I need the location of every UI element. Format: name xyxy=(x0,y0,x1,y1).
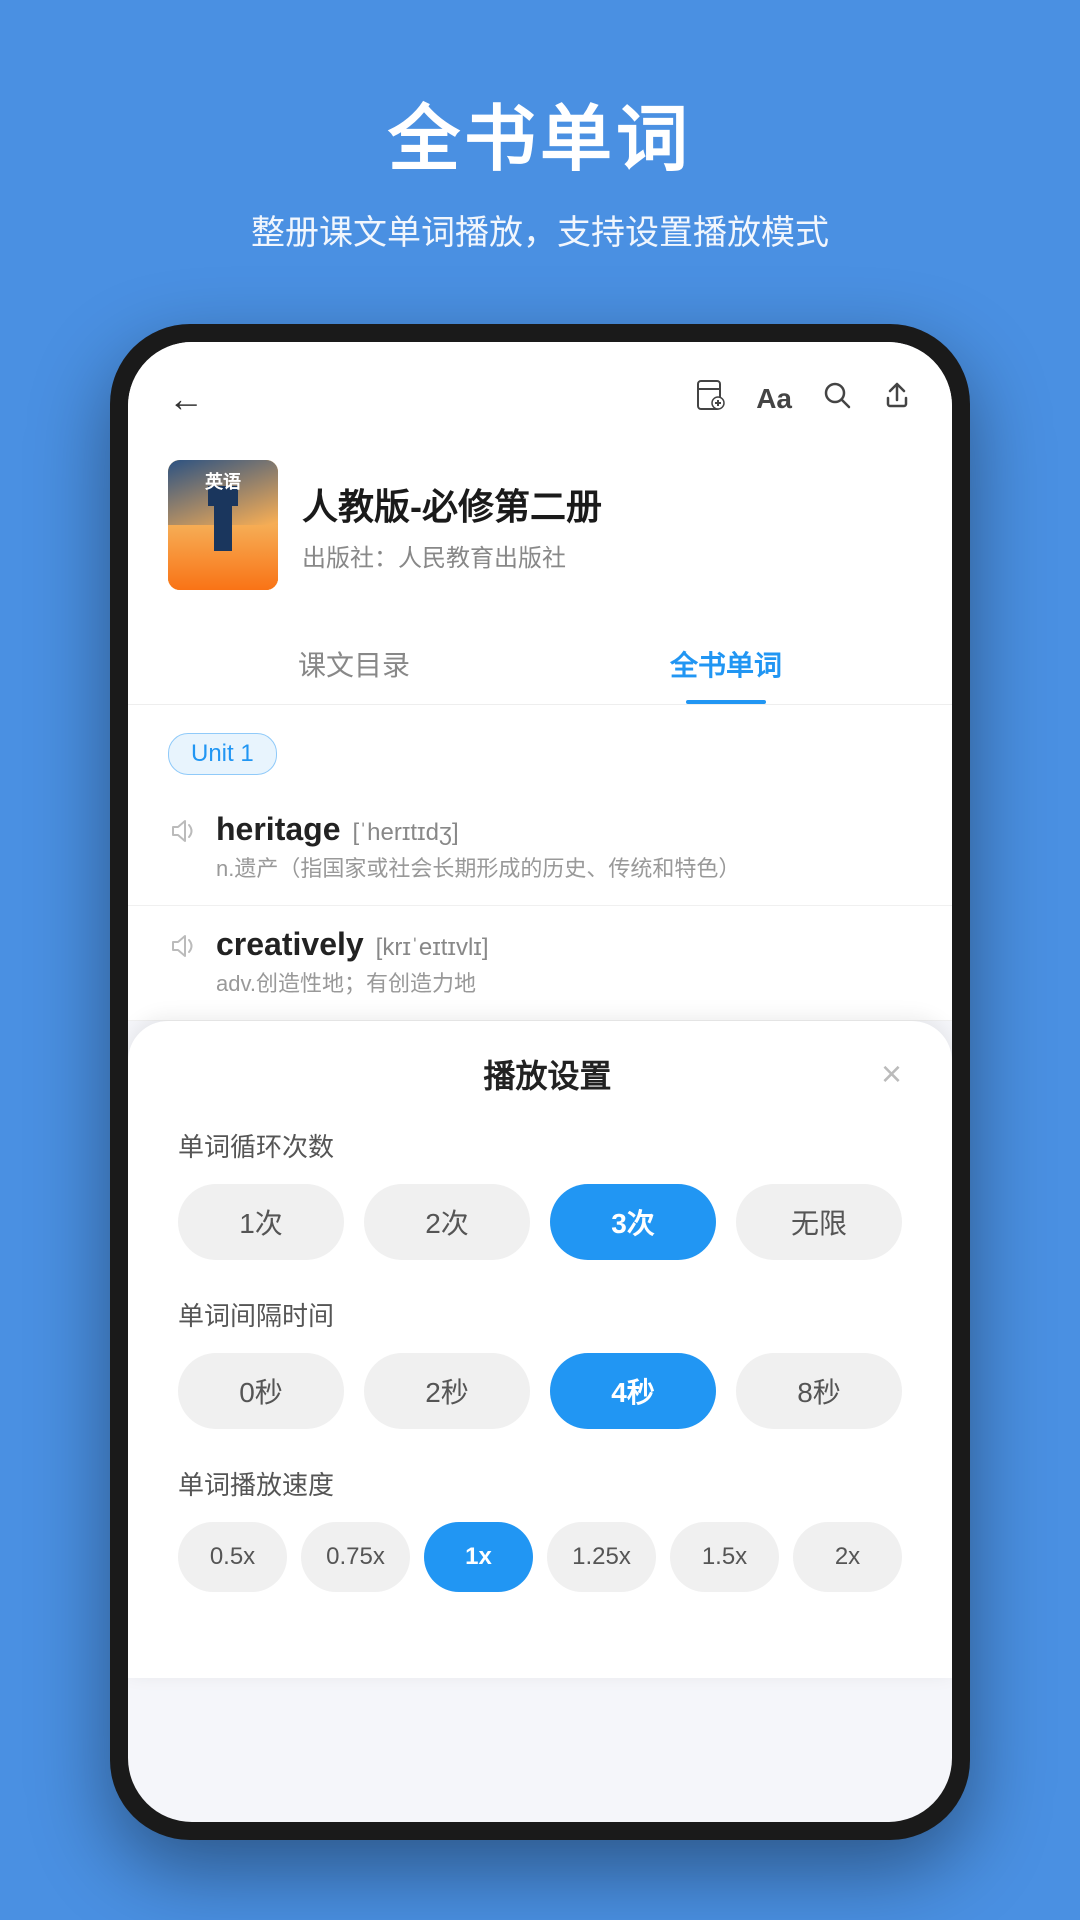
loop-unlimited-button[interactable]: 无限 xyxy=(736,1184,902,1260)
word-phonetic-1: [ˈherɪtɪdʒ] xyxy=(352,819,458,847)
loop-2x-button[interactable]: 2次 xyxy=(364,1184,530,1260)
settings-panel: 播放设置 × 单词循环次数 1次 2次 3次 无限 单词间隔时间 0秒 2秒 4… xyxy=(128,1021,952,1678)
speed-1-5x-button[interactable]: 1.5x xyxy=(670,1522,779,1592)
search-icon[interactable] xyxy=(822,380,852,418)
loop-count-label: 单词循环次数 xyxy=(178,1127,902,1164)
cover-text: 英语 xyxy=(205,472,241,492)
word-item: heritage [ˈherɪtɪdʒ] n.遗产（指国家或社会长期形成的历史、… xyxy=(128,791,952,906)
speed-1x-button[interactable]: 1x xyxy=(424,1522,533,1592)
hero-title: 全书单词 xyxy=(388,80,692,185)
hero-subtitle: 整册课文单词播放，支持设置播放模式 xyxy=(251,205,829,254)
font-size-icon[interactable]: Aa xyxy=(756,383,792,415)
unit-badge: Unit 1 xyxy=(168,733,277,775)
book-cover: 英语 xyxy=(168,460,278,590)
settings-header: 播放设置 × xyxy=(178,1051,902,1097)
share-icon[interactable] xyxy=(882,380,912,418)
interval-2s-button[interactable]: 2秒 xyxy=(364,1353,530,1429)
top-bar-left: ← xyxy=(168,378,204,420)
back-button[interactable]: ← xyxy=(168,378,204,420)
unit-badge-wrap: Unit 1 xyxy=(128,705,952,791)
loop-1x-button[interactable]: 1次 xyxy=(178,1184,344,1260)
word-line-2: creatively [krɪˈeɪtɪvlɪ] xyxy=(216,926,489,963)
word-definition-2: adv.创造性地；有创造力地 xyxy=(216,967,489,1000)
hero-section: 全书单词 整册课文单词播放，支持设置播放模式 xyxy=(0,0,1080,294)
loop-count-options: 1次 2次 3次 无限 xyxy=(178,1184,902,1260)
speed-2x-button[interactable]: 2x xyxy=(793,1522,902,1592)
settings-title: 播放设置 xyxy=(214,1051,881,1097)
word-content-1: heritage [ˈherɪtɪdʒ] n.遗产（指国家或社会长期形成的历史、… xyxy=(216,811,740,885)
book-publisher: 出版社：人民教育出版社 xyxy=(302,538,602,573)
speaker-icon-1[interactable] xyxy=(168,817,196,853)
tab-bar: 课文目录 全书单词 xyxy=(128,620,952,705)
top-bar: ← Aa xyxy=(128,342,952,440)
speed-0-75x-button[interactable]: 0.75x xyxy=(301,1522,410,1592)
speed-1-25x-button[interactable]: 1.25x xyxy=(547,1522,656,1592)
interval-8s-button[interactable]: 8秒 xyxy=(736,1353,902,1429)
word-line-1: heritage [ˈherɪtɪdʒ] xyxy=(216,811,740,848)
word-content-2: creatively [krɪˈeɪtɪvlɪ] adv.创造性地；有创造力地 xyxy=(216,926,489,1000)
phone-shell: ← Aa xyxy=(110,324,970,1840)
content-area: Unit 1 heritage [ˈherɪtɪdʒ] xyxy=(128,705,952,1021)
speed-0-5x-button[interactable]: 0.5x xyxy=(178,1522,287,1592)
word-text-1: heritage xyxy=(216,811,340,848)
phone-screen: ← Aa xyxy=(128,342,952,1822)
interval-0s-button[interactable]: 0秒 xyxy=(178,1353,344,1429)
word-definition-1: n.遗产（指国家或社会长期形成的历史、传统和特色） xyxy=(216,852,740,885)
speed-options: 0.5x 0.75x 1x 1.25x 1.5x 2x xyxy=(178,1522,902,1592)
interval-4s-button[interactable]: 4秒 xyxy=(550,1353,716,1429)
word-text-2: creatively xyxy=(216,926,364,963)
interval-options: 0秒 2秒 4秒 8秒 xyxy=(178,1353,902,1429)
word-phonetic-2: [krɪˈeɪtɪvlɪ] xyxy=(376,934,489,962)
tab-course-catalog[interactable]: 课文目录 xyxy=(168,620,540,704)
word-item-2: creatively [krɪˈeɪtɪvlɪ] adv.创造性地；有创造力地 xyxy=(128,906,952,1021)
phone-mockup: ← Aa xyxy=(110,324,970,1840)
interval-label: 单词间隔时间 xyxy=(178,1296,902,1333)
book-info: 人教版-必修第二册 出版社：人民教育出版社 xyxy=(302,478,602,573)
book-header: 英语 人教版-必修第二册 出版社：人民教育出版社 xyxy=(128,440,952,620)
speed-label: 单词播放速度 xyxy=(178,1465,902,1502)
loop-3x-button[interactable]: 3次 xyxy=(550,1184,716,1260)
book-title: 人教版-必修第二册 xyxy=(302,478,602,530)
tab-all-words[interactable]: 全书单词 xyxy=(540,620,912,704)
settings-close-button[interactable]: × xyxy=(881,1053,902,1095)
speaker-icon-2[interactable] xyxy=(168,932,196,968)
bookmark-icon[interactable] xyxy=(694,379,726,419)
top-bar-right: Aa xyxy=(694,379,912,419)
